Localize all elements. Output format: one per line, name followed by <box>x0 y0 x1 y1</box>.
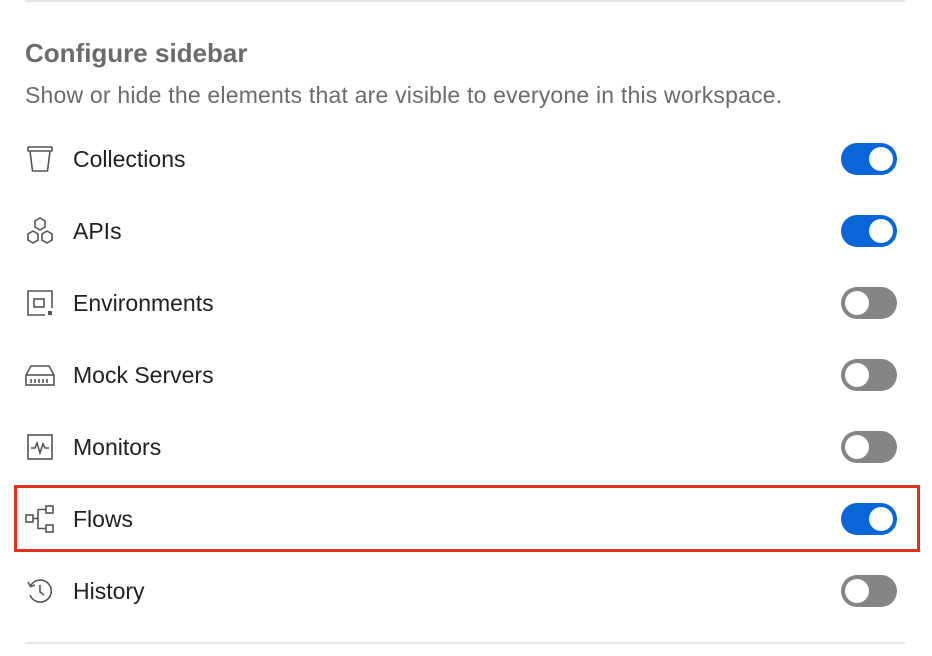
history-icon <box>22 573 58 609</box>
environments-toggle[interactable] <box>841 287 897 319</box>
mock-servers-toggle[interactable] <box>841 359 897 391</box>
option-label: Environments <box>73 289 214 316</box>
collections-toggle[interactable] <box>841 143 897 175</box>
top-divider <box>25 0 905 2</box>
collections-icon <box>22 141 58 177</box>
toggle-knob <box>869 147 893 171</box>
toggle-knob <box>845 291 869 315</box>
sidebar-option-collections: Collections <box>20 129 920 189</box>
bottom-divider <box>25 642 905 644</box>
flows-toggle[interactable] <box>841 503 897 535</box>
option-label: Monitors <box>73 433 162 460</box>
history-toggle[interactable] <box>841 575 897 607</box>
monitors-toggle[interactable] <box>841 431 897 463</box>
sidebar-option-monitors: Monitors <box>20 417 920 477</box>
toggle-knob <box>869 507 893 531</box>
sidebar-option-flows: Flows <box>20 489 920 549</box>
toggle-knob <box>845 579 869 603</box>
option-label: Mock Servers <box>73 361 214 388</box>
sidebar-option-history: History <box>20 561 920 621</box>
toggle-knob <box>845 435 869 459</box>
flows-icon <box>22 501 58 537</box>
sidebar-option-apis: APIs <box>20 201 920 261</box>
option-label: Collections <box>73 145 186 172</box>
mock-servers-icon <box>22 357 58 393</box>
apis-toggle[interactable] <box>841 215 897 247</box>
toggle-knob <box>845 363 869 387</box>
option-label: Flows <box>73 505 134 532</box>
option-label: APIs <box>73 217 122 244</box>
section-description: Show or hide the elements that are visib… <box>25 82 783 108</box>
apis-icon <box>22 213 58 249</box>
option-label: History <box>73 577 145 604</box>
sidebar-option-mock-servers: Mock Servers <box>20 345 920 405</box>
monitors-icon <box>22 429 58 465</box>
environments-icon <box>22 285 58 321</box>
section-title: Configure sidebar <box>25 38 248 68</box>
toggle-knob <box>869 219 893 243</box>
sidebar-option-environments: Environments <box>20 273 920 333</box>
